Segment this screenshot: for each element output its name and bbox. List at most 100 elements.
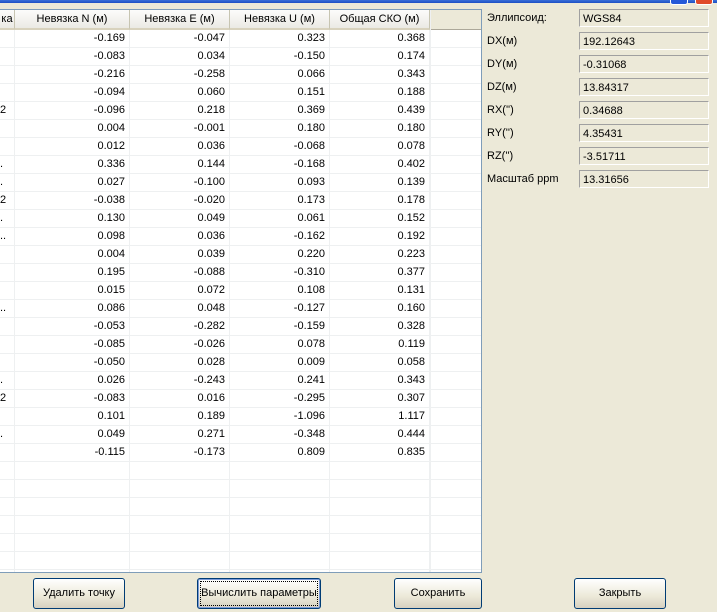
column-header-residual-e[interactable]: Невязка E (м)	[130, 10, 230, 30]
table-row[interactable]: 0.101 0.189 -1.096 1.117	[0, 408, 481, 426]
table-cell: -0.159	[230, 318, 330, 335]
table-cell	[130, 498, 230, 515]
table-cell: 0.130	[15, 210, 130, 227]
table-cell: 0.195	[15, 264, 130, 281]
table-cell: 0.152	[330, 210, 430, 227]
param-label: RX('')	[487, 104, 514, 116]
table-row[interactable]: -0.083 0.034 -0.150 0.174	[0, 48, 481, 66]
param-row: RX('') 0.34688	[482, 101, 717, 121]
table-row[interactable]: .. 0.098 0.036 -0.162 0.192	[0, 228, 481, 246]
table-row[interactable]: . 0.130 0.049 0.061 0.152	[0, 210, 481, 228]
table-cell: 0.174	[330, 48, 430, 65]
table-row[interactable]: . 0.027 -0.100 0.093 0.139	[0, 174, 481, 192]
table-row[interactable]: -0.169 -0.047 0.323 0.368	[0, 30, 481, 48]
table-cell: 0.048	[130, 300, 230, 317]
param-row: Масштаб ppm 13.31656	[482, 170, 717, 190]
table-cell: .	[0, 372, 15, 389]
table-cell: 0.072	[130, 282, 230, 299]
table-cell	[0, 462, 15, 479]
delete-point-button[interactable]: Удалить точку	[33, 578, 125, 609]
table-cell	[0, 570, 15, 572]
table-cell	[330, 462, 430, 479]
table-row[interactable]: 0.195 -0.088 -0.310 0.377	[0, 264, 481, 282]
param-row: DX(м) 192.12643	[482, 32, 717, 52]
compute-parameters-button[interactable]: Вычислить параметры	[197, 578, 321, 609]
table-row[interactable]	[0, 570, 481, 572]
table-cell	[230, 480, 330, 497]
table-row[interactable]: . 0.049 0.271 -0.348 0.444	[0, 426, 481, 444]
table-cell: -0.258	[130, 66, 230, 83]
table-row[interactable]: .. 0.086 0.048 -0.127 0.160	[0, 300, 481, 318]
table-row[interactable]	[0, 516, 481, 534]
table-cell: 0.131	[330, 282, 430, 299]
table-cell	[230, 498, 330, 515]
table-cell: 0.271	[130, 426, 230, 443]
table-cell: -1.096	[230, 408, 330, 425]
table-cell: 0.061	[230, 210, 330, 227]
table-row[interactable]: . 0.336 0.144 -0.168 0.402	[0, 156, 481, 174]
param-value-field[interactable]: 13.84317	[579, 78, 709, 96]
table-cell: .	[0, 156, 15, 173]
param-value-field[interactable]: 0.34688	[579, 101, 709, 119]
table-cell	[0, 318, 15, 335]
table-row[interactable]: 0.004 -0.001 0.180 0.180	[0, 120, 481, 138]
table-row[interactable]: 2 -0.038 -0.020 0.173 0.178	[0, 192, 481, 210]
table-cell	[330, 570, 430, 572]
table-row[interactable]: 0.004 0.039 0.220 0.223	[0, 246, 481, 264]
table-cell: 0.178	[330, 192, 430, 209]
table-row[interactable]: -0.053 -0.282 -0.159 0.328	[0, 318, 481, 336]
save-button[interactable]: Сохранить	[394, 578, 482, 609]
table-cell: 0.336	[15, 156, 130, 173]
table-row[interactable]: 0.012 0.036 -0.068 0.078	[0, 138, 481, 156]
param-value-field[interactable]: WGS84	[579, 9, 709, 27]
table-row[interactable]	[0, 498, 481, 516]
param-value-field[interactable]: 192.12643	[579, 32, 709, 50]
table-cell: 0.809	[230, 444, 330, 461]
table-cell	[0, 282, 15, 299]
param-value-field[interactable]: -3.51711	[579, 147, 709, 165]
table-cell: 2	[0, 102, 15, 119]
table-cell: 0.049	[15, 426, 130, 443]
table-cell: 2	[0, 390, 15, 407]
column-header-residual-u[interactable]: Невязка U (м)	[230, 10, 330, 30]
table-row[interactable]: -0.216 -0.258 0.066 0.343	[0, 66, 481, 84]
table-cell: 0.078	[230, 336, 330, 353]
table-row[interactable]	[0, 552, 481, 570]
residuals-table[interactable]: ка Невязка N (м) Невязка E (м) Невязка U…	[0, 9, 482, 573]
table-row[interactable]: . 0.026 -0.243 0.241 0.343	[0, 372, 481, 390]
table-row[interactable]: 2 -0.096 0.218 0.369 0.439	[0, 102, 481, 120]
table-cell	[130, 516, 230, 533]
table-row[interactable]	[0, 534, 481, 552]
table-cell: 0.012	[15, 138, 130, 155]
table-row[interactable]: -0.094 0.060 0.151 0.188	[0, 84, 481, 102]
table-cell	[15, 552, 130, 569]
table-cell: -0.150	[230, 48, 330, 65]
param-value-field[interactable]: -0.31068	[579, 55, 709, 73]
table-row[interactable]: 2 -0.083 0.016 -0.295 0.307	[0, 390, 481, 408]
column-header-residual-n[interactable]: Невязка N (м)	[15, 10, 130, 30]
table-row[interactable]: -0.115 -0.173 0.809 0.835	[0, 444, 481, 462]
column-header-total-rms[interactable]: Общая СКО (м)	[330, 10, 430, 30]
table-row[interactable]: -0.050 0.028 0.009 0.058	[0, 354, 481, 372]
table-row[interactable]: -0.085 -0.026 0.078 0.119	[0, 336, 481, 354]
table-cell: 0.835	[330, 444, 430, 461]
table-header: ка Невязка N (м) Невязка E (м) Невязка U…	[0, 10, 481, 30]
table-cell	[15, 534, 130, 551]
column-header-point[interactable]: ка	[0, 10, 15, 30]
table-cell: 0.343	[330, 372, 430, 389]
table-cell: 0.004	[15, 246, 130, 263]
table-cell	[330, 534, 430, 551]
table-row[interactable]: 0.015 0.072 0.108 0.131	[0, 282, 481, 300]
param-value-field[interactable]: 13.31656	[579, 170, 709, 188]
table-cell: 0.039	[130, 246, 230, 263]
close-button[interactable]: Закрыть	[574, 578, 666, 609]
table-cell: 0.078	[330, 138, 430, 155]
table-cell	[15, 480, 130, 497]
table-cell: .	[0, 210, 15, 227]
parameters-panel: Эллипсоид: WGS84 DX(м) 192.12643 DY(м) -0.310…	[482, 0, 717, 612]
table-row[interactable]	[0, 480, 481, 498]
table-cell: -0.348	[230, 426, 330, 443]
param-value-field[interactable]: 4.35431	[579, 124, 709, 142]
table-cell: 0.189	[130, 408, 230, 425]
table-row[interactable]	[0, 462, 481, 480]
